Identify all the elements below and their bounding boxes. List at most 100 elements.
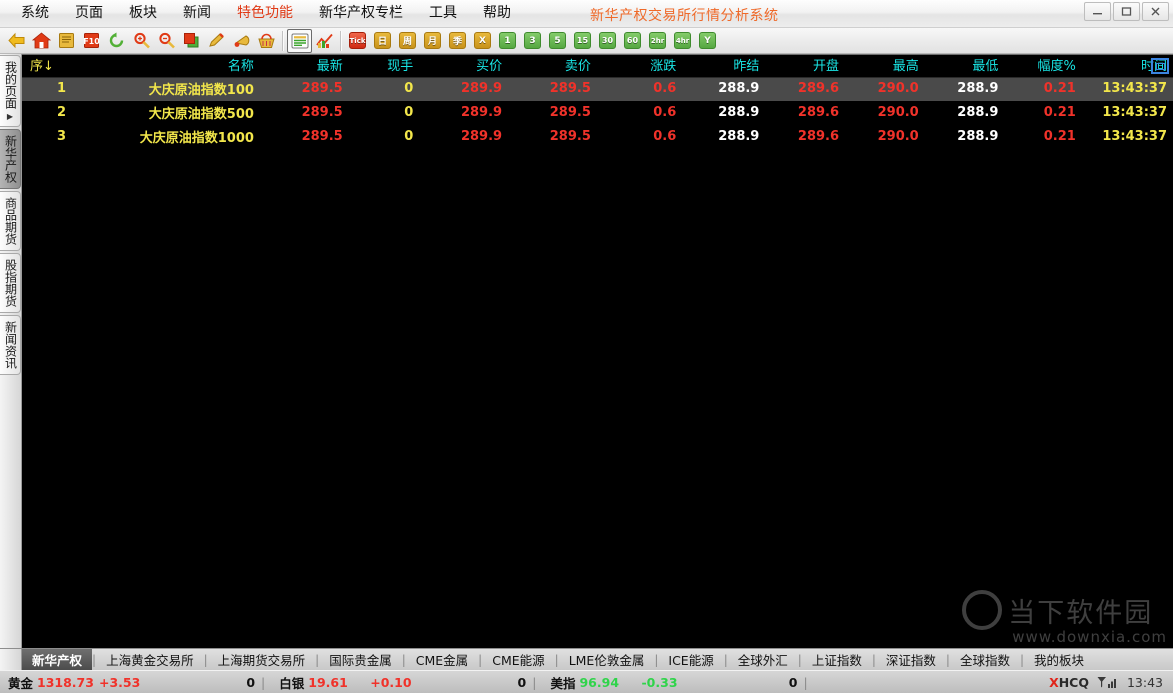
column-header-prev[interactable]: 昨结: [682, 55, 766, 78]
cell-time: 13:43:37: [1081, 77, 1173, 101]
menu-item-1[interactable]: 页面: [62, 2, 116, 25]
layout-toggle-icon[interactable]: [1151, 58, 1169, 74]
period-5min-label: 5: [549, 32, 566, 49]
tab-3[interactable]: 国际贵金属: [319, 649, 402, 670]
tab-1[interactable]: 上海黄金交易所: [96, 649, 204, 670]
status-quote-2[interactable]: 美指 96.94 -0.33 0 |: [542, 673, 813, 692]
tab-4[interactable]: CME金属: [406, 649, 478, 670]
sidebar-item-3[interactable]: 股指期货: [0, 253, 21, 313]
status-quote-1[interactable]: 白银 19.61 +0.10 0 |: [271, 673, 542, 692]
period-custom[interactable]: X: [470, 29, 495, 53]
cell-bid: 289.9: [460, 129, 503, 144]
tab-7[interactable]: ICE能源: [658, 649, 723, 670]
left-sidebar: 我的页面 ▶ 新华产权商品期货 股指期货新闻资讯: [0, 54, 22, 648]
minimize-button[interactable]: [1084, 2, 1111, 21]
cell-time: 13:43:37: [1102, 105, 1167, 120]
alert-bell-icon[interactable]: [229, 29, 254, 53]
period-60min[interactable]: 60: [620, 29, 645, 53]
column-header-name[interactable]: 名称: [72, 55, 260, 78]
tab-8[interactable]: 全球外汇: [728, 649, 798, 670]
period-year[interactable]: Y: [695, 29, 720, 53]
table-row[interactable]: 1 大庆原油指数100 289.5 0 289.9 289.5 0.6 288.9 289.6 2…: [22, 77, 1173, 101]
watermark-text: 当下软件园: [1008, 597, 1154, 629]
zoom-out-icon[interactable]: [154, 29, 179, 53]
quote-table: 序↓ 名称 最新 现手 买价 卖价 涨跌 昨结 开盘 最高 最低 幅度% 时间 1 大庆原油指数100 28…: [22, 55, 1173, 149]
sidebar-item-1[interactable]: 新华产权: [0, 129, 21, 189]
cell-amp: 0.21: [1043, 129, 1076, 144]
column-header-low[interactable]: 最低: [924, 55, 1005, 78]
notes-icon[interactable]: [54, 29, 79, 53]
window-tile-icon[interactable]: [179, 29, 204, 53]
cell-change: 0.6: [653, 105, 677, 120]
tab-10[interactable]: 深证指数: [876, 649, 946, 670]
period-30min[interactable]: 30: [595, 29, 620, 53]
menu-item-0[interactable]: 系统: [8, 2, 62, 25]
menu-item-4[interactable]: 特色功能: [224, 2, 306, 25]
period-5min[interactable]: 5: [545, 29, 570, 53]
sidebar-item-label: 新华产权: [3, 135, 18, 183]
tab-0[interactable]: 新华产权: [22, 649, 93, 670]
column-header-last[interactable]: 最新: [259, 55, 349, 78]
period-week[interactable]: 周: [395, 29, 420, 53]
tab-6[interactable]: LME伦敦金属: [559, 649, 655, 670]
trend-chart-icon[interactable]: [312, 29, 337, 53]
menu-item-5[interactable]: 新华产权专栏: [306, 2, 416, 25]
column-header-vol[interactable]: 现手: [348, 55, 420, 78]
basket-icon[interactable]: [254, 29, 279, 53]
table-row[interactable]: 2 大庆原油指数500 289.5 0 289.9 289.5 0.6 288.9 289.6 2…: [22, 101, 1173, 125]
f10-calendar-icon[interactable]: F10: [79, 29, 104, 53]
menu-item-3[interactable]: 新闻: [170, 2, 224, 25]
table-row[interactable]: 3 大庆原油指数1000 289.5 0 289.9 289.5 0.6 288.9 289.6…: [22, 125, 1173, 149]
menu-item-7[interactable]: 帮助: [470, 2, 524, 25]
tab-2[interactable]: 上海期货交易所: [208, 649, 316, 670]
column-header-ask[interactable]: 卖价: [508, 55, 597, 78]
column-header-open[interactable]: 开盘: [765, 55, 846, 78]
home-icon[interactable]: [29, 29, 54, 53]
window-controls: [1084, 2, 1169, 21]
cell-ask: 289.5: [508, 77, 597, 101]
period-4hour[interactable]: 4hr: [670, 29, 695, 53]
maximize-button[interactable]: [1113, 2, 1140, 21]
column-header-amp[interactable]: 幅度%: [1004, 55, 1082, 78]
back-arrow-icon[interactable]: [4, 29, 29, 53]
svg-text:F10: F10: [83, 37, 100, 46]
column-header-high[interactable]: 最高: [845, 55, 925, 78]
sidebar-item-2[interactable]: 商品期货: [0, 191, 21, 251]
column-header-bid[interactable]: 买价: [419, 55, 509, 78]
column-header-change[interactable]: 涨跌: [596, 55, 683, 78]
period-30min-label: 30: [599, 32, 616, 49]
quote-list-icon[interactable]: [287, 28, 312, 53]
status-quote-name: 美指: [550, 675, 576, 691]
menu-item-2[interactable]: 板块: [116, 2, 170, 25]
period-month-label: 月: [424, 32, 441, 49]
refresh-icon[interactable]: [104, 29, 129, 53]
tab-11[interactable]: 全球指数: [950, 649, 1020, 670]
period-tick[interactable]: Tick: [345, 29, 370, 53]
period-1min[interactable]: 1: [495, 29, 520, 53]
period-15min[interactable]: 15: [570, 29, 595, 53]
column-header-seq[interactable]: 序↓: [22, 55, 73, 78]
period-2hour[interactable]: 2hr: [645, 29, 670, 53]
close-button[interactable]: [1142, 2, 1169, 21]
sidebar-item-0[interactable]: 我的页面 ▶: [0, 55, 21, 127]
status-quote-price: 19.61: [308, 674, 348, 690]
sidebar-expand-icon[interactable]: ▶: [7, 112, 13, 121]
status-quote-0[interactable]: 黄金 1318.73 +3.53 0 |: [0, 673, 271, 692]
brand-label: XHCQ: [1049, 675, 1089, 690]
tab-5[interactable]: CME能源: [482, 649, 554, 670]
menu-item-6[interactable]: 工具: [416, 2, 470, 25]
period-month[interactable]: 月: [420, 29, 445, 53]
sidebar-item-4[interactable]: 新闻资讯: [0, 315, 21, 375]
period-quarter[interactable]: 季: [445, 29, 470, 53]
period-day[interactable]: 日: [370, 29, 395, 53]
cell-high: 290.0: [877, 129, 919, 144]
period-3min[interactable]: 3: [520, 29, 545, 53]
tab-12[interactable]: 我的板块: [1024, 649, 1094, 670]
status-quote-name: 黄金: [8, 675, 34, 691]
pencil-icon[interactable]: [204, 29, 229, 53]
zoom-in-icon[interactable]: [129, 29, 154, 53]
sidebar-item-label: 新闻资讯: [3, 321, 18, 369]
tab-9[interactable]: 上证指数: [802, 649, 872, 670]
cell-name: 大庆原油指数100: [72, 77, 260, 101]
cell-high: 290.0: [877, 105, 919, 120]
